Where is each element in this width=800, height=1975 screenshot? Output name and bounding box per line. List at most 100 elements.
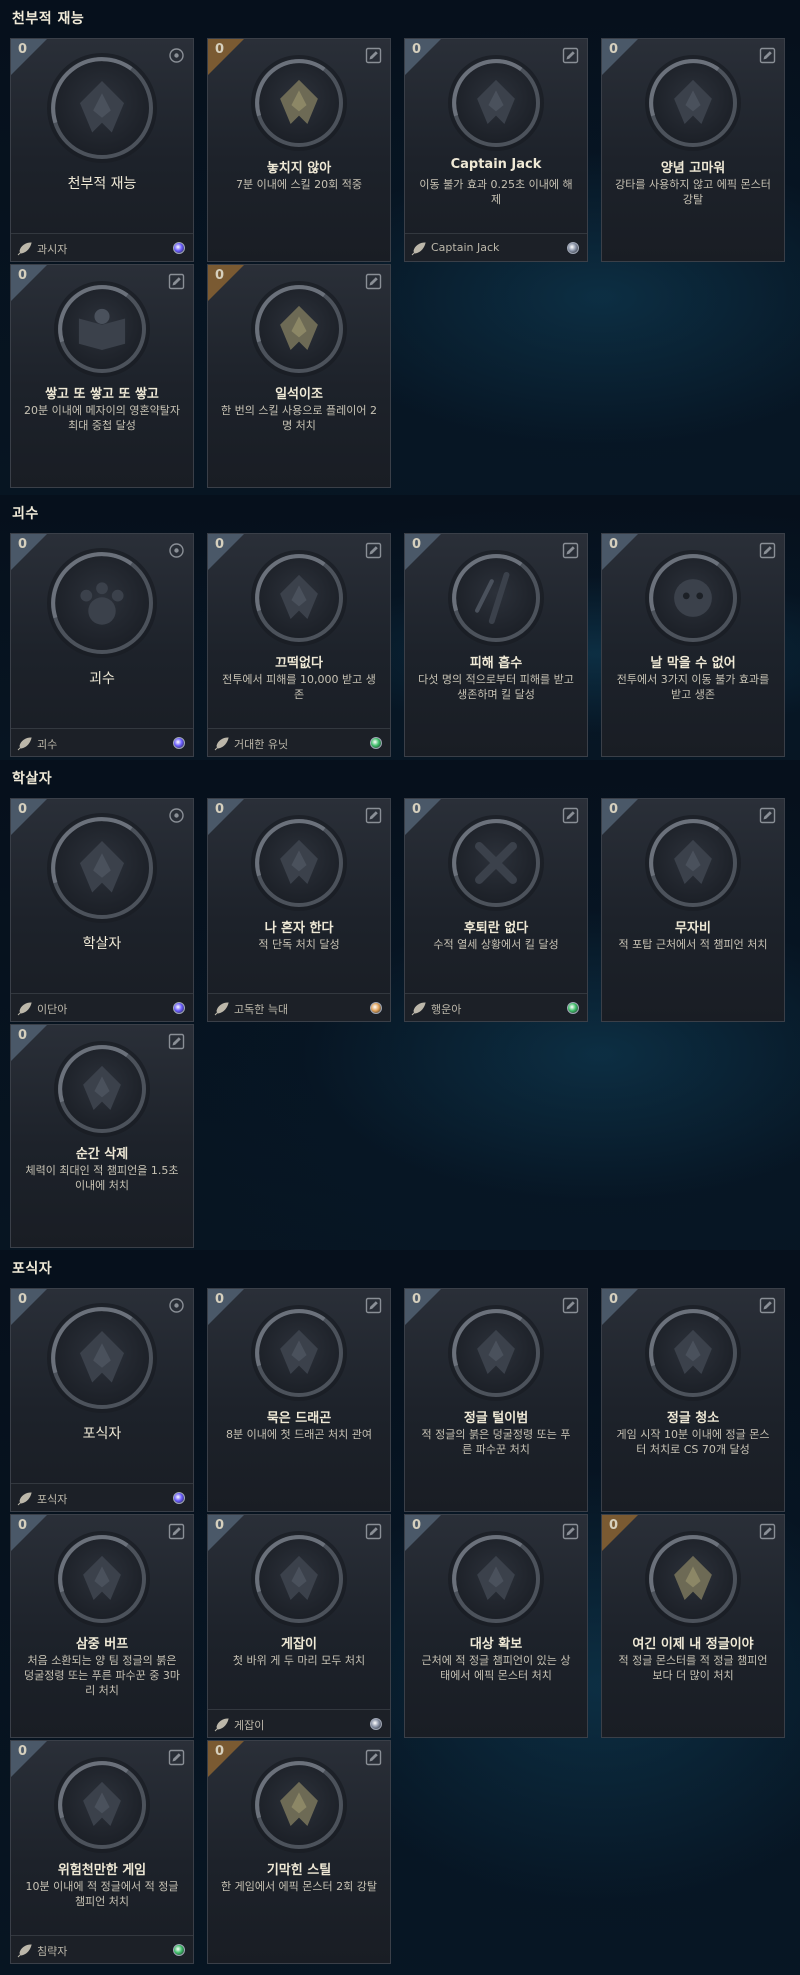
challenge-description: 10분 이내에 적 정글에서 적 정글 챔피언 처치 — [25, 1880, 179, 1908]
challenge-count: 0 — [609, 802, 619, 817]
title-reward-footer: Captain Jack — [405, 233, 587, 261]
edit-icon[interactable] — [365, 807, 382, 824]
gem-green-icon — [370, 737, 382, 749]
challenge-count: 0 — [412, 1292, 422, 1307]
challenge-description: 체력이 최대인 적 챔피언을 1.5초 이내에 처치 — [25, 1164, 179, 1192]
edit-icon[interactable] — [562, 47, 579, 64]
challenge-count: 0 — [412, 1518, 422, 1533]
edit-icon[interactable] — [168, 1523, 185, 1540]
edit-icon[interactable] — [562, 807, 579, 824]
edit-icon[interactable] — [168, 273, 185, 290]
feather-icon — [17, 1491, 32, 1506]
tier-corner — [11, 39, 47, 75]
challenge-count: 0 — [18, 1518, 28, 1533]
challenge-description: 근처에 적 정글 챔피언이 있는 상태에서 에픽 몬스터 처치 — [421, 1654, 571, 1682]
challenge-card[interactable]: 0 피해 흡수 다섯 명의 적으로부터 피해를 받고 생존하며 킬 달성 — [404, 533, 588, 757]
challenge-card[interactable]: 0 삼중 버프 처음 소환되는 양 팀 정글의 붉은 덩굴정령 또는 푸른 파수꾼… — [10, 1514, 194, 1738]
challenge-card[interactable]: 0 위험천만한 게임 10분 이내에 적 정글에서 적 정글 챔피언 처치 침략자 — [10, 1740, 194, 1964]
challenge-card[interactable]: 0 Captain Jack 이동 불가 효과 0.25초 이내에 해제 Capta… — [404, 38, 588, 262]
tier-corner — [208, 1741, 244, 1777]
reward-title-text: 과시자 — [37, 243, 68, 256]
challenge-count: 0 — [18, 1744, 28, 1759]
challenge-card[interactable]: 0 놓치지 않아 7분 이내에 스킬 20회 적중 — [207, 38, 391, 262]
reward-title-text: 행운아 — [431, 1003, 462, 1016]
tier-corner — [208, 799, 244, 835]
edit-icon[interactable] — [365, 1523, 382, 1540]
gem-purple-icon — [173, 737, 185, 749]
gem-purple-icon — [173, 1002, 185, 1014]
swords-emblem-icon — [448, 550, 544, 646]
challenge-card[interactable]: 0 게잡이 첫 바위 게 두 마리 모두 처치 게잡이 — [207, 1514, 391, 1738]
edit-icon[interactable] — [168, 1749, 185, 1766]
gem-green-icon — [567, 1002, 579, 1014]
target-icon[interactable] — [168, 47, 185, 64]
challenge-card[interactable]: 0 나 혼자 한다 적 단독 처치 달성 고독한 늑대 — [207, 798, 391, 1022]
reward-title-text: 거대한 유닛 — [234, 738, 289, 751]
edit-icon[interactable] — [365, 273, 382, 290]
edit-icon[interactable] — [365, 1297, 382, 1314]
edit-icon[interactable] — [562, 542, 579, 559]
section-title: 학살자 — [12, 771, 53, 787]
edit-icon[interactable] — [759, 47, 776, 64]
edit-icon[interactable] — [759, 1297, 776, 1314]
target-icon[interactable] — [168, 1297, 185, 1314]
challenge-card[interactable]: 0 천부적 재능 과시자 — [10, 38, 194, 262]
challenge-card[interactable]: 0 끄떡없다 전투에서 피해를 10,000 받고 생존 거대한 유닛 — [207, 533, 391, 757]
target-icon[interactable] — [168, 807, 185, 824]
dragon-emblem-icon — [251, 1305, 347, 1401]
challenge-card[interactable]: 0 양념 고마워 강타를 사용하지 않고 에픽 몬스터 강탈 — [601, 38, 785, 262]
tier-corner — [11, 1515, 47, 1551]
challenge-card[interactable]: 0 일석이조 한 번의 스킬 사용으로 플레이어 2명 처치 — [207, 264, 391, 488]
reward-title-text: 포식자 — [37, 1493, 68, 1506]
edit-icon[interactable] — [759, 542, 776, 559]
challenge-card[interactable]: 0 무자비 적 포탑 근처에서 적 챔피언 처치 — [601, 798, 785, 1022]
target-icon[interactable] — [168, 542, 185, 559]
challenge-description: 적 단독 처치 달성 — [258, 938, 340, 951]
challenge-description: 20분 이내에 메자이의 영혼약탈자 최대 중첩 달성 — [23, 404, 181, 432]
challenge-card[interactable]: 0 순간 삭제 체력이 최대인 적 챔피언을 1.5초 이내에 처치 — [10, 1024, 194, 1248]
burst-emblem-icon — [54, 1041, 150, 1137]
challenge-card[interactable]: 0 여긴 이제 내 정글이야 적 정글 몬스터를 적 정글 챔피언보다 더 많이 … — [601, 1514, 785, 1738]
reward-title-text: 고독한 늑대 — [234, 1003, 289, 1016]
challenge-card[interactable]: 0 정글 털이범 적 정글의 붉은 덩굴정령 또는 푸른 파수꾼 처치 — [404, 1288, 588, 1512]
challenge-card[interactable]: 0 후퇴란 없다 수적 열세 상황에서 킬 달성 행운아 — [404, 798, 588, 1022]
challenge-count: 0 — [215, 537, 225, 552]
challenge-title: 놓치지 않아 — [266, 161, 332, 176]
edit-icon[interactable] — [365, 1749, 382, 1766]
gem-gray-icon — [567, 242, 579, 254]
challenge-title: 정글 청소 — [666, 1411, 720, 1426]
title-reward-footer: 행운아 — [405, 993, 587, 1021]
tier-corner — [602, 1289, 638, 1325]
challenge-card[interactable]: 0 묵은 드래곤 8분 이내에 첫 드래곤 처치 관여 — [207, 1288, 391, 1512]
tier-corner — [11, 799, 47, 835]
challenge-card[interactable]: 0 학살자 이단아 — [10, 798, 194, 1022]
edit-icon[interactable] — [759, 807, 776, 824]
tier-corner — [602, 799, 638, 835]
edit-icon[interactable] — [365, 542, 382, 559]
challenge-card[interactable]: 0 정글 청소 게임 시작 10분 이내에 정글 몬스터 처치로 CS 70개 달… — [601, 1288, 785, 1512]
section-title: 천부적 재능 — [12, 11, 85, 27]
challenge-card[interactable]: 0 괴수 괴수 — [10, 533, 194, 757]
skull-flame-emblem-icon — [448, 55, 544, 151]
face-emblem-icon — [645, 550, 741, 646]
challenge-card[interactable]: 0 대상 확보 근처에 적 정글 챔피언이 있는 상태에서 에픽 몬스터 처치 — [404, 1514, 588, 1738]
challenge-card[interactable]: 0 쌓고 또 쌓고 또 쌓고 20분 이내에 메자이의 영혼약탈자 최대 중첩 달… — [10, 264, 194, 488]
challenge-title: 삼중 버프 — [75, 1637, 129, 1652]
cross-emblem-icon — [448, 815, 544, 911]
edit-icon[interactable] — [562, 1523, 579, 1540]
tier-corner — [208, 1289, 244, 1325]
edit-icon[interactable] — [562, 1297, 579, 1314]
challenge-title: 묵은 드래곤 — [266, 1411, 332, 1426]
challenge-count: 0 — [412, 802, 422, 817]
challenge-count: 0 — [215, 1518, 225, 1533]
edit-icon[interactable] — [365, 47, 382, 64]
challenge-card[interactable]: 0 날 막을 수 없어 전투에서 3가지 이동 불가 효과를 받고 생존 — [601, 533, 785, 757]
tier-corner — [405, 534, 441, 570]
paw-emblem-icon — [47, 548, 157, 658]
challenge-card[interactable]: 0 포식자 포식자 — [10, 1288, 194, 1512]
tier-corner — [208, 534, 244, 570]
challenge-description: 강타를 사용하지 않고 에픽 몬스터 강탈 — [615, 178, 771, 206]
edit-icon[interactable] — [759, 1523, 776, 1540]
edit-icon[interactable] — [168, 1033, 185, 1050]
challenge-card[interactable]: 0 기막힌 스틸 한 게임에서 에픽 몬스터 2회 강탈 — [207, 1740, 391, 1964]
